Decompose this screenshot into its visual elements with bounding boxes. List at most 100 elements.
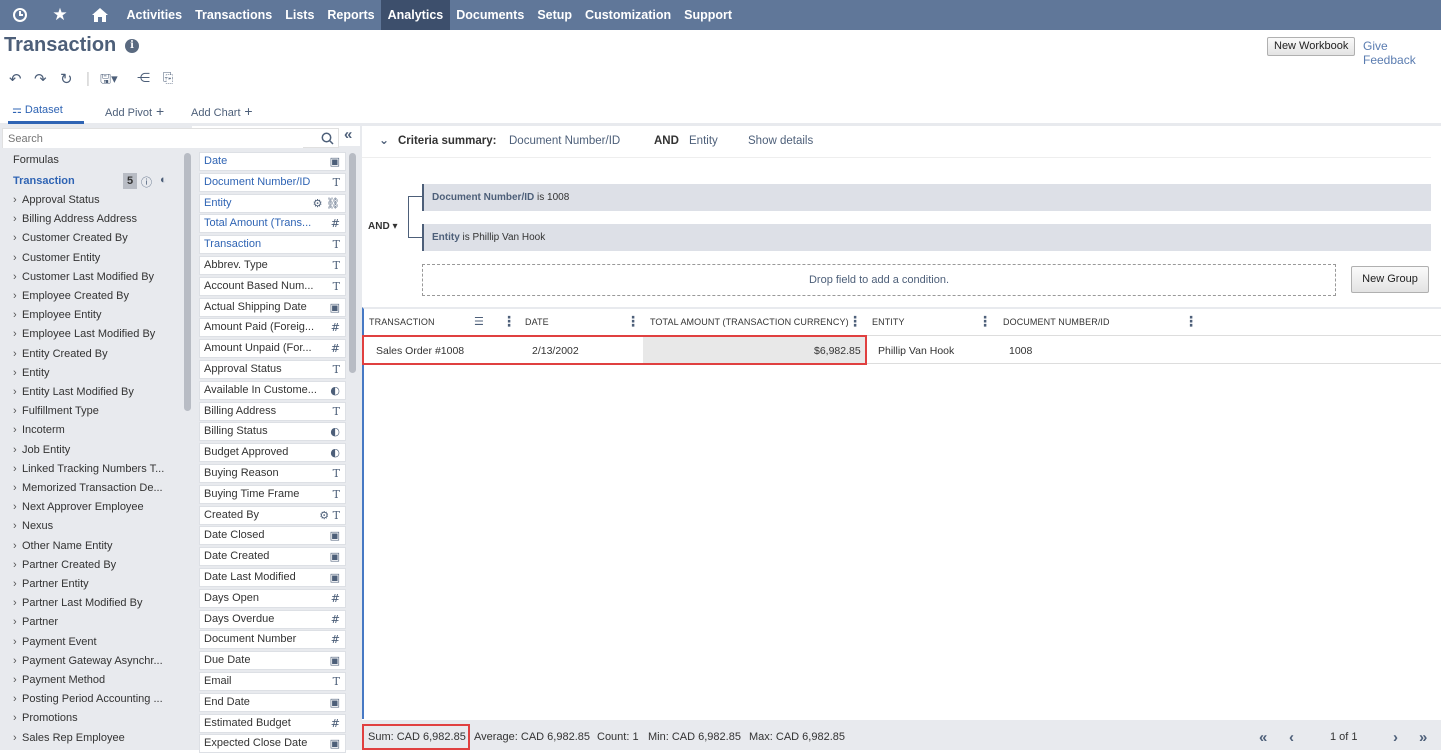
related-record-item[interactable]: › Customer Last Modified By <box>13 271 183 283</box>
nav-customization[interactable]: Customization <box>579 0 678 30</box>
related-record-item[interactable]: › Linked Tracking Numbers T... <box>13 463 183 475</box>
field-item[interactable]: Document Number # <box>199 630 346 650</box>
nav-transactions[interactable]: Transactions <box>189 0 279 30</box>
formulas-item[interactable]: Formulas <box>13 154 183 166</box>
last-page-icon[interactable]: » <box>1419 729 1427 746</box>
related-record-item[interactable]: › Nexus <box>13 520 183 532</box>
next-page-icon[interactable]: › <box>1393 729 1398 746</box>
cell-entity[interactable]: Phillip Van Hook <box>878 345 954 357</box>
related-record-item[interactable]: › Billing Address Address <box>13 213 183 225</box>
field-item[interactable]: Entity ⚙ ⛓ <box>199 193 346 213</box>
field-item[interactable]: Amount Paid (Foreig... # <box>199 318 346 338</box>
field-item[interactable]: Buying Time Frame T <box>199 484 346 504</box>
export-icon[interactable]: ⎘ <box>163 70 173 86</box>
nav-lists[interactable]: Lists <box>279 0 321 30</box>
field-item[interactable]: Days Open # <box>199 588 346 608</box>
field-item[interactable]: Abbrev. Type T <box>199 256 346 275</box>
related-record-item[interactable]: › Customer Created By <box>13 232 183 244</box>
field-item[interactable]: Billing Status ◐ <box>199 422 346 442</box>
column-menu-icon[interactable]: ⋮ <box>848 314 862 328</box>
field-item[interactable]: Days Overdue # <box>199 609 346 629</box>
column-menu-icon[interactable]: ⋮ <box>626 314 640 328</box>
field-item[interactable]: Amount Unpaid (For... # <box>199 339 346 359</box>
refresh-icon[interactable]: ↻ <box>60 70 73 88</box>
field-item[interactable]: Date ▣ <box>199 152 346 171</box>
field-item[interactable]: Created By ⚙ T <box>199 505 346 525</box>
field-item[interactable]: Available In Custome... ◐ <box>199 380 346 400</box>
new-group-button[interactable]: New Group <box>1351 266 1429 293</box>
related-record-item[interactable]: › Employee Last Modified By <box>13 328 183 340</box>
related-record-item[interactable]: › Posting Period Accounting ... <box>13 693 183 705</box>
nav-reports[interactable]: Reports <box>321 0 381 30</box>
related-record-item[interactable]: › Employee Entity <box>13 309 183 321</box>
related-record-item[interactable]: › Entity Last Modified By <box>13 386 183 398</box>
column-menu-icon[interactable]: ⋮ <box>502 314 516 328</box>
related-record-item[interactable]: › Sales Rep Employee <box>13 732 183 744</box>
related-record-item[interactable]: › Job Entity <box>13 444 183 456</box>
field-item[interactable]: Total Amount (Trans... # <box>199 214 346 234</box>
record-transaction[interactable]: Transaction <box>13 175 113 187</box>
chevron-down-icon[interactable]: ⌄ <box>379 133 389 147</box>
nav-activities[interactable]: Activities <box>120 0 189 30</box>
search-icon[interactable] <box>321 132 334 150</box>
related-record-item[interactable]: › Promotions <box>13 712 183 724</box>
related-record-item[interactable]: › Partner Last Modified By <box>13 597 183 609</box>
info-icon[interactable]: i <box>125 39 139 53</box>
field-item[interactable]: Date Closed ▣ <box>199 526 346 546</box>
related-record-item[interactable]: › Entity <box>13 367 183 379</box>
cell-document-number[interactable]: 1008 <box>1009 345 1032 357</box>
condition-entity[interactable]: Entity is Phillip Van Hook <box>422 224 1431 251</box>
field-item[interactable]: Actual Shipping Date ▣ <box>199 297 346 317</box>
related-record-item[interactable]: › Employee Created By <box>13 290 183 302</box>
column-header-total-amount[interactable]: TOTAL AMOUNT (TRANSACTION CURRENCY) <box>650 317 849 327</box>
related-record-item[interactable]: › Payment Event <box>13 636 183 648</box>
column-header-document-number[interactable]: DOCUMENT NUMBER/ID <box>1003 317 1110 327</box>
nav-setup[interactable]: Setup <box>531 0 579 30</box>
related-record-item[interactable]: › Approval Status <box>13 194 183 206</box>
related-record-item[interactable]: › Other Name Entity <box>13 540 183 552</box>
field-item[interactable]: Estimated Budget # <box>199 713 346 733</box>
column-header-entity[interactable]: ENTITY <box>872 317 905 327</box>
field-item[interactable]: Buying Reason T <box>199 464 346 483</box>
recent-records-icon[interactable] <box>0 0 40 30</box>
info-icon[interactable]: ⓘ <box>141 174 152 190</box>
field-item[interactable]: Billing Address T <box>199 401 346 421</box>
scrollbar[interactable] <box>184 153 191 411</box>
related-record-item[interactable]: › Memorized Transaction De... <box>13 482 183 494</box>
related-record-item[interactable]: › Customer Entity <box>13 252 183 264</box>
give-feedback-link[interactable]: Give Feedback <box>1363 39 1441 67</box>
new-workbook-button[interactable]: New Workbook <box>1267 37 1356 56</box>
field-item[interactable]: Date Last Modified ▣ <box>199 568 346 587</box>
field-item[interactable]: End Date ▣ <box>199 692 346 712</box>
field-item[interactable]: Email T <box>199 672 346 691</box>
nav-documents[interactable]: Documents <box>450 0 531 30</box>
field-item[interactable]: Transaction T <box>199 235 346 255</box>
nav-support[interactable]: Support <box>678 0 739 30</box>
home-icon[interactable] <box>80 0 120 30</box>
tab-add-chart[interactable]: Add Chart + <box>191 103 253 124</box>
field-item[interactable]: Budget Approved ◐ <box>199 443 346 463</box>
undo-icon[interactable]: ↶ <box>9 70 22 88</box>
related-record-item[interactable]: › Payment Method <box>13 674 183 686</box>
show-details-link[interactable]: Show details <box>748 135 813 147</box>
scrollbar[interactable] <box>349 153 356 373</box>
toggle-icon[interactable]: ◐ <box>160 174 167 186</box>
nav-analytics[interactable]: Analytics <box>381 0 450 30</box>
related-record-item[interactable]: › Fulfillment Type <box>13 405 183 417</box>
related-record-item[interactable]: › Incoterm <box>13 424 183 436</box>
field-item[interactable]: Approval Status T <box>199 360 346 379</box>
star-icon[interactable]: ★ <box>40 0 80 30</box>
condition-drop-zone[interactable]: Drop field to add a condition. <box>422 264 1336 296</box>
condition-document-number[interactable]: Document Number/ID is 1008 <box>422 184 1431 211</box>
share-icon[interactable]: ⋲ <box>137 70 150 86</box>
field-item[interactable]: Account Based Num... T <box>199 276 346 296</box>
first-page-icon[interactable]: « <box>1259 729 1267 746</box>
field-item[interactable]: Document Number/ID T <box>199 172 346 192</box>
related-record-item[interactable]: › Partner Entity <box>13 578 183 590</box>
redo-icon[interactable]: ↷ <box>34 70 47 88</box>
search-input[interactable] <box>3 130 303 148</box>
save-icon[interactable]: 🖫▾ <box>100 70 118 92</box>
related-record-item[interactable]: › Next Approver Employee <box>13 501 183 513</box>
collapse-panel-icon[interactable]: « <box>344 126 352 143</box>
sort-icon[interactable]: ☰ <box>474 315 484 329</box>
